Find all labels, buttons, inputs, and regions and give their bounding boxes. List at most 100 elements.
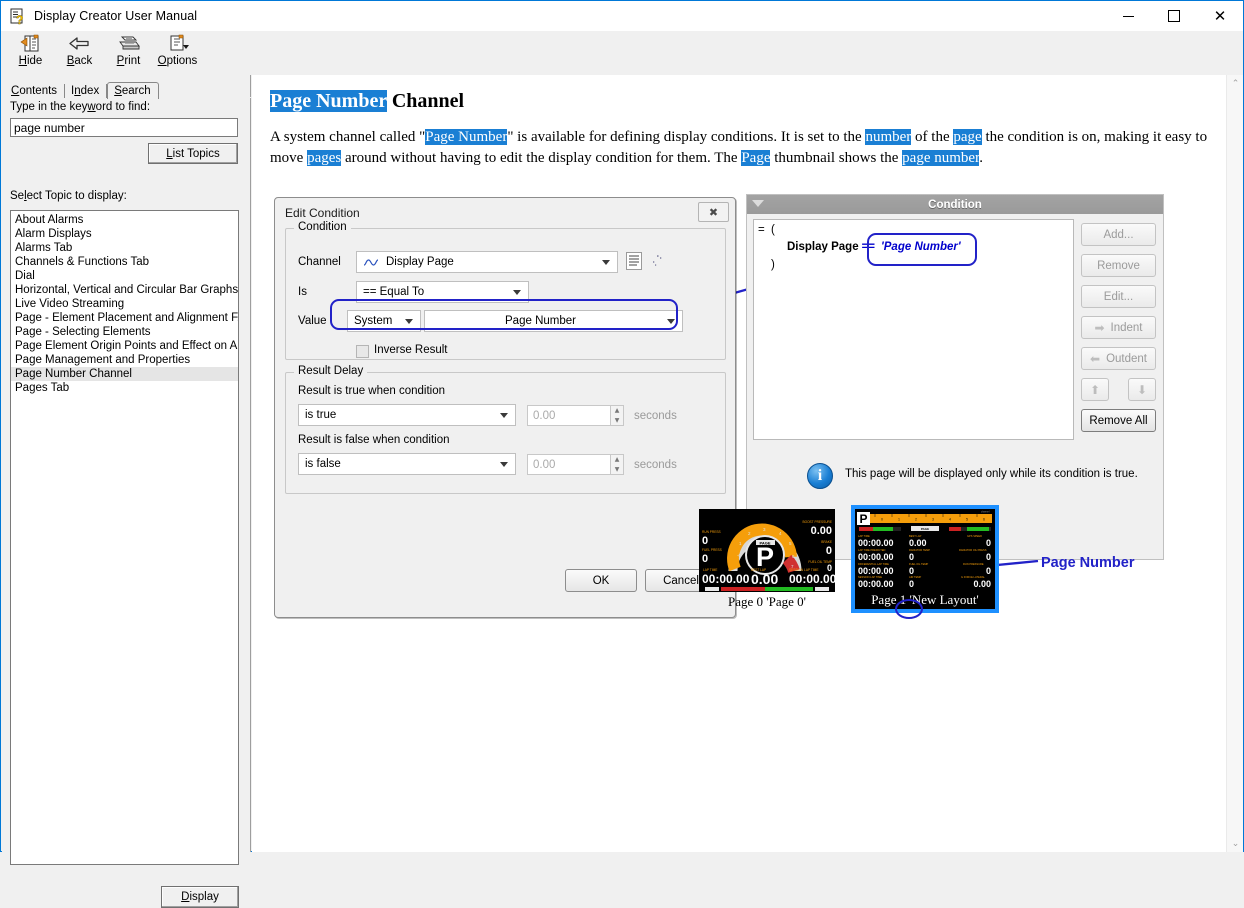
false-delay-input[interactable]: 0.00 xyxy=(527,454,611,475)
value-source-dropdown[interactable]: System xyxy=(347,310,421,332)
remove-all-button[interactable]: Remove All xyxy=(1081,409,1156,432)
chevron-up-icon[interactable]: ⌃ xyxy=(1227,75,1243,92)
list-browse-icon[interactable] xyxy=(626,252,642,270)
minimize-button[interactable] xyxy=(1105,1,1151,31)
svg-text:0: 0 xyxy=(881,518,883,522)
expression-channel: Display Page xyxy=(787,241,859,253)
true-delay-input[interactable]: 0.00 xyxy=(527,405,611,426)
true-prompt-label: Result is true when condition xyxy=(298,385,445,397)
condition-info-text: This page will be displayed only while i… xyxy=(845,468,1138,480)
list-item[interactable]: Page Management and Properties xyxy=(11,353,238,367)
condition-panel-title: Condition xyxy=(928,199,982,211)
list-item[interactable]: Dial xyxy=(11,269,238,283)
maximize-button[interactable] xyxy=(1151,1,1197,31)
toolbar-button-options[interactable]: Options xyxy=(153,31,202,71)
run-highlight: page number xyxy=(902,150,979,166)
run: around without having to edit the displa… xyxy=(341,150,741,166)
list-item[interactable]: Alarms Tab xyxy=(11,241,238,255)
expression-close-paren: ) xyxy=(771,259,775,271)
list-topics-button[interactable]: List Topics xyxy=(148,143,238,164)
page-0-preview[interactable]: PAGE P -01 23 45 67 BOOST PRESSURE BRAKE… xyxy=(699,509,835,592)
toolbar-button-back[interactable]: Back xyxy=(55,31,104,71)
sparkle-icon[interactable] xyxy=(648,252,666,273)
vertical-scrollbar[interactable]: ⌃ ⌄ xyxy=(1226,75,1243,852)
svg-text:00:00.00: 00:00.00 xyxy=(858,579,894,589)
value-channel-dropdown[interactable]: Page Number xyxy=(424,310,683,332)
toolbar: Hide Back Print xyxy=(2,31,1242,73)
printer-icon xyxy=(115,34,143,54)
chevron-down-icon[interactable] xyxy=(752,200,764,207)
list-item[interactable]: Pages Tab xyxy=(11,381,238,395)
edit-button[interactable]: Edit... xyxy=(1081,285,1156,308)
is-operator-dropdown[interactable]: == Equal To xyxy=(356,281,529,303)
toolbar-button-print[interactable]: Print xyxy=(104,31,153,71)
list-item[interactable]: Live Video Streaming xyxy=(11,297,238,311)
tab-index[interactable]: Index xyxy=(65,84,107,98)
application-window: ? Display Creator User Manual ✕ xyxy=(0,0,1244,852)
svg-text:0: 0 xyxy=(986,566,991,576)
search-input[interactable] xyxy=(10,118,238,137)
list-item[interactable]: Alarm Displays xyxy=(11,227,238,241)
page-0-caption: Page 0 'Page 0' xyxy=(699,594,835,610)
list-item[interactable]: Page - Selecting Elements xyxy=(11,325,238,339)
value-source: System xyxy=(354,315,392,327)
value-label: Value xyxy=(298,315,327,327)
inverse-result-checkbox[interactable] xyxy=(356,345,369,358)
chevron-down-icon[interactable]: ⌄ xyxy=(1227,835,1243,852)
true-delay-stepper[interactable]: ▲ ▼ xyxy=(611,405,624,426)
title-bar: ? Display Creator User Manual ✕ xyxy=(1,1,1243,31)
svg-text:RUN PRESS: RUN PRESS xyxy=(702,530,721,534)
options-icon xyxy=(164,34,192,54)
list-item[interactable]: About Alarms xyxy=(11,213,238,227)
true-condition-dropdown[interactable]: is true xyxy=(298,404,516,426)
add-button[interactable]: Add... xyxy=(1081,223,1156,246)
false-condition-value: is false xyxy=(305,458,341,470)
page-1-selection-frame[interactable]: 01 23 45 6 P channel xyxy=(851,505,999,613)
list-item[interactable]: Horizontal, Vertical and Circular Bar Gr… xyxy=(11,283,238,297)
topic-list[interactable]: About Alarms Alarm Displays Alarms Tab C… xyxy=(10,210,239,865)
stepper-up-icon[interactable]: ▲ xyxy=(611,406,623,416)
move-down-button[interactable]: ⬇ xyxy=(1128,378,1156,401)
chevron-down-icon xyxy=(500,462,508,467)
tab-contents[interactable]: Contents xyxy=(5,84,65,98)
close-icon[interactable]: ✖ xyxy=(698,202,729,222)
run-highlight: number xyxy=(865,129,911,145)
arrow-right-icon: ➡ xyxy=(1094,321,1104,335)
outdent-button[interactable]: ⬅ Outdent xyxy=(1081,347,1156,370)
remove-button[interactable]: Remove xyxy=(1081,254,1156,277)
list-item[interactable]: Display Page== 'Page Number' xyxy=(787,241,961,253)
result-delay-group: Result Delay Result is true when conditi… xyxy=(285,372,726,494)
svg-text:4: 4 xyxy=(949,518,951,522)
page-thumbnail-0[interactable]: PAGE P -01 23 45 67 BOOST PRESSURE BRAKE… xyxy=(699,509,835,610)
stepper-up-icon[interactable]: ▲ xyxy=(611,455,623,465)
close-button[interactable]: ✕ xyxy=(1197,1,1243,31)
chevron-down-icon xyxy=(602,260,610,265)
toolbar-button-hide[interactable]: Hide xyxy=(6,31,55,71)
ok-button[interactable]: OK xyxy=(565,569,637,592)
stepper-down-icon[interactable]: ▼ xyxy=(611,416,623,426)
channel-dropdown[interactable]: Display Page xyxy=(356,251,618,273)
svg-text:0: 0 xyxy=(909,566,914,576)
inverse-result-label: Inverse Result xyxy=(374,344,448,356)
expression-operator: == xyxy=(862,241,875,253)
condition-expression-list[interactable]: = ( Display Page=='Page Number' ) xyxy=(753,219,1074,440)
false-condition-dropdown[interactable]: is false xyxy=(298,453,516,475)
chevron-down-icon xyxy=(500,413,508,418)
tab-search[interactable]: Search xyxy=(107,82,158,99)
list-item[interactable]: Channels & Functions Tab xyxy=(11,255,238,269)
display-button[interactable]: Display xyxy=(161,886,239,908)
list-item[interactable]: Page Element Origin Points and Effect on… xyxy=(11,339,238,353)
move-up-button[interactable]: ⬆ xyxy=(1081,378,1109,401)
list-item-selected[interactable]: Page Number Channel xyxy=(11,367,238,381)
expression-value: 'Page Number' xyxy=(881,241,961,253)
toolbar-label-print: Print xyxy=(117,55,141,67)
condition-panel-header[interactable]: Condition xyxy=(747,195,1163,214)
page-thumbnail-1[interactable]: 01 23 45 6 P channel xyxy=(851,505,999,613)
true-delay-value: 0.00 xyxy=(533,410,555,422)
run: of the xyxy=(911,129,953,145)
false-delay-stepper[interactable]: ▲ ▼ xyxy=(611,454,624,475)
list-item[interactable]: Page - Element Placement and Alignment F… xyxy=(11,311,238,325)
svg-text:0: 0 xyxy=(986,538,991,548)
stepper-down-icon[interactable]: ▼ xyxy=(611,465,623,475)
indent-button[interactable]: ➡ Indent xyxy=(1081,316,1156,339)
